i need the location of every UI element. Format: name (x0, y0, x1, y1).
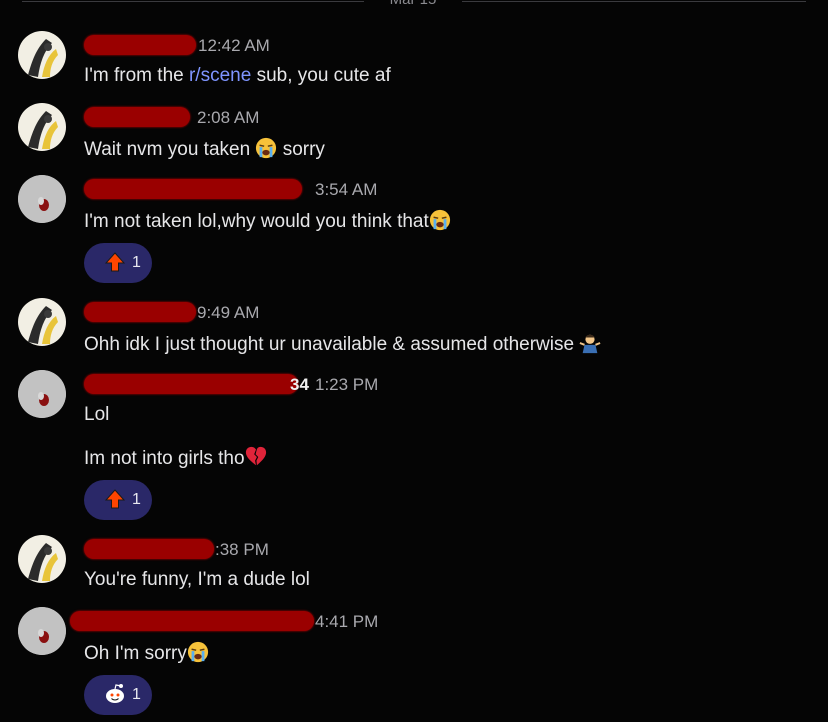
timestamp: :38 PM (215, 540, 269, 559)
avatar[interactable] (18, 607, 66, 655)
divider-line-right (462, 1, 806, 2)
avatar-image (18, 370, 66, 418)
username-visible-part[interactable]: 34 (290, 375, 309, 395)
broken-heart-emoji (245, 446, 266, 466)
message-text-part: I'm not taken lol,why would you think th… (84, 211, 429, 232)
avatar[interactable] (18, 103, 66, 151)
message-text: I'm not taken lol,why would you think th… (84, 209, 451, 233)
username-redacted[interactable] (84, 35, 196, 55)
message-text-part: Oh I'm sorry (84, 643, 187, 664)
message-text-part: You're funny, I'm a dude lol (84, 569, 310, 590)
username-redacted[interactable] (84, 374, 298, 394)
message-text-part: I'm from the (84, 65, 189, 86)
loudly-crying-face-emoji (429, 209, 450, 231)
avatar[interactable] (18, 175, 66, 223)
reaction-upvote-button[interactable]: 1 (84, 243, 152, 283)
reaction-upvote-button[interactable]: 1 (84, 480, 152, 520)
avatar-image (28, 543, 58, 581)
snoo-icon (106, 684, 124, 703)
username-redacted[interactable] (84, 107, 190, 127)
timestamp: 9:49 AM (197, 303, 260, 322)
reaction-count: 1 (132, 686, 141, 703)
avatar[interactable] (18, 298, 66, 346)
avatar-image (28, 111, 58, 149)
message-text: Oh I'm sorry (84, 641, 209, 665)
username-redacted[interactable] (84, 539, 214, 559)
date-divider: Mar 15 (0, 0, 828, 8)
message-text: I'm from the r/scene sub, you cute af (84, 65, 391, 87)
message-text-part: sorry (277, 139, 325, 160)
username-redacted[interactable] (70, 611, 314, 631)
upvote-arrow-icon (104, 252, 126, 272)
person-shrugging-emoji (579, 334, 601, 354)
message-text-part: Im not into girls tho (84, 448, 245, 469)
message-text: Im not into girls tho (84, 446, 267, 470)
username-redacted[interactable] (84, 302, 196, 322)
reaction-count: 1 (132, 491, 141, 508)
message-text: Wait nvm you taken sorry (84, 137, 325, 161)
timestamp: 4:41 PM (315, 612, 379, 631)
reaction-count: 1 (132, 254, 141, 271)
date-label: Mar 15 (370, 0, 456, 8)
reaction-snoo-button[interactable]: 1 (84, 675, 152, 715)
timestamp: 12:42 AM (198, 36, 270, 55)
message-text-part: Ohh idk I just thought ur unavailable & … (84, 334, 580, 355)
timestamp: 1:23 PM (315, 375, 379, 394)
avatar[interactable] (18, 31, 66, 79)
avatar-image (18, 607, 66, 655)
username-redacted[interactable] (84, 179, 302, 199)
avatar[interactable] (18, 535, 66, 583)
message-text-part: Wait nvm you taken (84, 139, 256, 160)
timestamp: 2:08 AM (197, 108, 260, 127)
subreddit-link[interactable]: r/scene (189, 65, 251, 86)
avatar-image (28, 39, 58, 77)
loudly-crying-face-emoji (256, 137, 277, 159)
avatar-image (28, 306, 58, 344)
message-text: Ohh idk I just thought ur unavailable & … (84, 332, 601, 356)
divider-line-left (22, 1, 364, 2)
upvote-arrow-icon (104, 489, 126, 509)
avatar[interactable] (18, 370, 66, 418)
timestamp: 3:54 AM (315, 180, 378, 199)
message-text-part: Lol (84, 404, 110, 425)
avatar-image (18, 175, 66, 223)
message-text: Lol (84, 404, 109, 426)
message-text: You're funny, I'm a dude lol (84, 569, 310, 591)
loudly-crying-face-emoji (187, 641, 208, 663)
message-text-part: sub, you cute af (251, 65, 391, 86)
